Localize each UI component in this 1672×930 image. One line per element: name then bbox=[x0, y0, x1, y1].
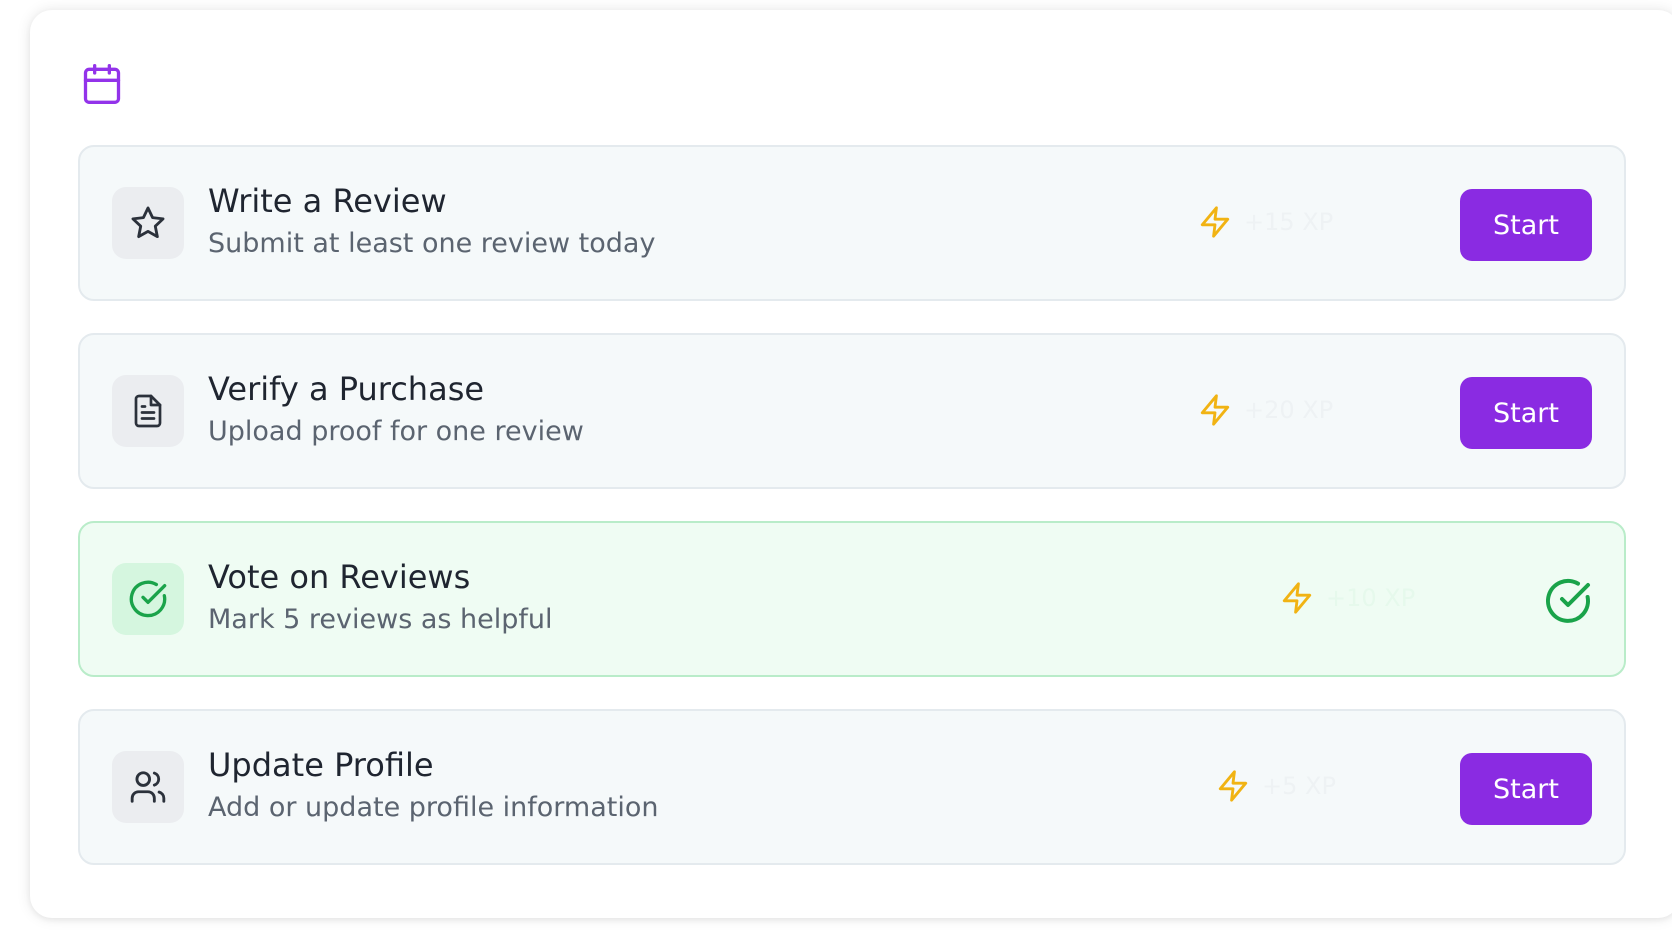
task-icon-container bbox=[112, 751, 184, 823]
task-reward: +5 XP bbox=[1216, 769, 1336, 803]
task-item-update-profile: Update Profile Add or update profile inf… bbox=[78, 709, 1626, 865]
reward-xp: +5 XP bbox=[1262, 772, 1336, 800]
users-icon bbox=[130, 771, 166, 803]
start-button[interactable]: Start bbox=[1460, 753, 1592, 825]
lightning-icon bbox=[1200, 394, 1230, 426]
task-reward: +15 XP bbox=[1198, 205, 1333, 239]
start-button[interactable]: Start bbox=[1460, 189, 1592, 261]
task-description: Mark 5 reviews as helpful bbox=[208, 604, 553, 635]
reward-xp: +20 XP bbox=[1244, 396, 1334, 424]
task-icon-container bbox=[112, 375, 184, 447]
task-title: Vote on Reviews bbox=[208, 558, 471, 596]
task-icon-container bbox=[112, 563, 184, 635]
star-icon bbox=[131, 206, 165, 239]
task-item-write-review: Write a Review Submit at least one revie… bbox=[78, 145, 1626, 301]
task-title: Update Profile bbox=[208, 746, 434, 784]
task-reward: +10 XP bbox=[1280, 581, 1415, 615]
task-description: Upload proof for one review bbox=[208, 416, 584, 447]
task-description: Submit at least one review today bbox=[208, 228, 656, 259]
calendar-icon bbox=[83, 64, 121, 104]
reward-xp: +15 XP bbox=[1244, 208, 1334, 236]
task-description: Add or update profile information bbox=[208, 792, 659, 823]
task-title: Verify a Purchase bbox=[208, 370, 485, 408]
lightning-icon bbox=[1282, 582, 1312, 614]
check-circle-icon bbox=[129, 580, 167, 618]
lightning-icon bbox=[1218, 770, 1248, 802]
task-item-verify-purchase: Verify a Purchase Upload proof for one r… bbox=[78, 333, 1626, 489]
reward-xp: +10 XP bbox=[1326, 584, 1416, 612]
file-text-icon bbox=[134, 394, 162, 428]
lightning-icon bbox=[1200, 206, 1230, 238]
task-text: Vote on Reviews Mark 5 reviews as helpfu… bbox=[208, 557, 553, 637]
task-list: Write a Review Submit at least one revie… bbox=[78, 145, 1626, 897]
task-text: Verify a Purchase Upload proof for one r… bbox=[208, 369, 584, 449]
task-title: Write a Review bbox=[208, 182, 447, 220]
completed-check-icon bbox=[1546, 578, 1590, 623]
task-item-vote-reviews: Vote on Reviews Mark 5 reviews as helpfu… bbox=[78, 521, 1626, 677]
task-icon-container bbox=[112, 187, 184, 259]
task-text: Write a Review Submit at least one revie… bbox=[208, 181, 655, 261]
start-button[interactable]: Start bbox=[1460, 377, 1592, 449]
task-text: Update Profile Add or update profile inf… bbox=[208, 745, 658, 825]
daily-tasks-card: Write a Review Submit at least one revie… bbox=[30, 10, 1672, 918]
task-reward: +20 XP bbox=[1198, 393, 1333, 427]
